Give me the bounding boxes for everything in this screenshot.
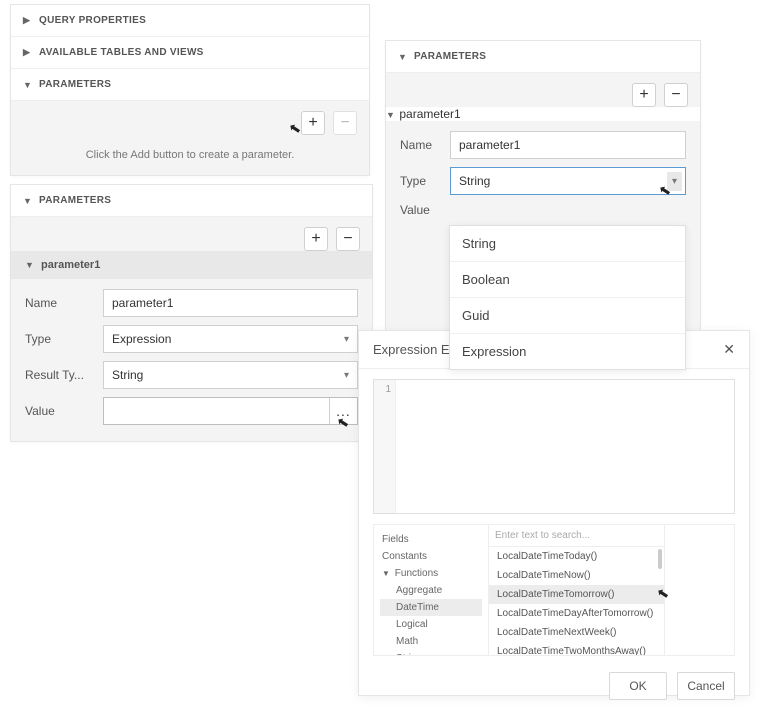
query-builder-panel: ▶ QUERY PROPERTIES ▶ AVAILABLE TABLES AN…: [10, 4, 370, 176]
function-item[interactable]: LocalDateTimeTwoMonthsAway(): [489, 642, 664, 655]
chevron-down-icon: ▼: [23, 196, 33, 206]
result-type-label: Result Ty...: [25, 368, 103, 382]
type-option-boolean[interactable]: Boolean: [450, 261, 685, 297]
name-label: Name: [400, 138, 450, 152]
chevron-down-icon: ▼: [382, 569, 392, 578]
parameters-label: PARAMETERS: [39, 79, 111, 90]
tree-aggregate[interactable]: Aggregate: [380, 582, 482, 599]
parameters-body-empty: + − Click the Add button to create a par…: [11, 101, 369, 175]
scrollbar-thumb[interactable]: [658, 549, 662, 569]
parameters-panel-type-open: ▼ PARAMETERS + − ▼ parameter1 Name Type …: [385, 40, 701, 376]
type-label: Type: [25, 332, 103, 346]
function-item[interactable]: LocalDateTimeNow(): [489, 566, 664, 585]
add-parameter-button[interactable]: +: [304, 227, 328, 251]
type-value: Expression: [112, 332, 171, 346]
parameter-title: parameter1: [399, 107, 460, 121]
expression-code-area[interactable]: 1: [373, 379, 735, 514]
query-properties-header[interactable]: ▶ QUERY PROPERTIES: [11, 5, 369, 37]
close-icon[interactable]: ✕: [723, 341, 735, 358]
function-item[interactable]: LocalDateTimeDayAfterTomorrow(): [489, 604, 664, 623]
type-label: Type: [400, 174, 450, 188]
available-tables-label: AVAILABLE TABLES AND VIEWS: [39, 47, 204, 58]
expression-editor-dialog: Expression Editor ✕ 1 Fields Constants ▼…: [358, 330, 750, 696]
query-properties-label: QUERY PROPERTIES: [39, 15, 146, 26]
function-item[interactable]: LocalDateTimeNextWeek(): [489, 623, 664, 642]
add-parameter-button[interactable]: +: [301, 111, 325, 135]
cancel-button[interactable]: Cancel: [677, 672, 735, 700]
function-description-pane: [664, 525, 734, 655]
tree-fields[interactable]: Fields: [380, 531, 482, 548]
function-search-input[interactable]: Enter text to search...: [489, 525, 664, 547]
tree-datetime[interactable]: DateTime: [380, 599, 482, 616]
name-label: Name: [25, 296, 103, 310]
parameters-header[interactable]: ▼ PARAMETERS: [11, 185, 372, 217]
tree-string[interactable]: String: [380, 650, 482, 655]
line-gutter: 1: [374, 380, 396, 513]
value-label: Value: [400, 203, 450, 217]
type-dropdown: String Boolean Guid Expression: [449, 225, 686, 370]
chevron-down-icon: ▼: [25, 260, 35, 270]
value-ellipsis-button[interactable]: ...: [329, 398, 357, 424]
function-item[interactable]: LocalDateTimeToday(): [489, 547, 664, 566]
type-option-expression[interactable]: Expression: [450, 333, 685, 369]
parameters-panel-expression: ▼ PARAMETERS + − ▼ parameter1 Name Type …: [10, 184, 373, 442]
ok-button[interactable]: OK: [609, 672, 667, 700]
tree-logical[interactable]: Logical: [380, 616, 482, 633]
result-type-select[interactable]: String ▾: [103, 361, 358, 389]
parameter-item-header[interactable]: ▼ parameter1: [11, 251, 372, 279]
type-select[interactable]: String ▾: [450, 167, 686, 195]
chevron-down-icon: ▼: [23, 80, 33, 90]
parameters-header[interactable]: ▼ PARAMETERS: [386, 41, 700, 73]
remove-parameter-button[interactable]: −: [664, 83, 688, 107]
tree-math[interactable]: Math: [380, 633, 482, 650]
result-type-value: String: [112, 368, 143, 382]
type-select[interactable]: Expression ▾: [103, 325, 358, 353]
type-option-string[interactable]: String: [450, 226, 685, 261]
value-label: Value: [25, 404, 103, 418]
value-input[interactable]: [104, 398, 329, 424]
code-editor[interactable]: [396, 380, 734, 513]
type-value: String: [459, 174, 490, 188]
name-input[interactable]: [103, 289, 358, 317]
chevron-right-icon: ▶: [23, 47, 33, 58]
chevron-right-icon: ▶: [23, 15, 33, 26]
remove-parameter-button: −: [333, 111, 357, 135]
function-list-pane: Enter text to search... LocalDateTimeTod…: [489, 525, 664, 655]
type-option-guid[interactable]: Guid: [450, 297, 685, 333]
parameter-title: parameter1: [41, 259, 100, 271]
chevron-down-icon: ▼: [398, 52, 408, 62]
category-tree: Fields Constants ▼ Functions Aggregate D…: [374, 525, 489, 655]
add-parameter-button[interactable]: +: [632, 83, 656, 107]
empty-parameters-hint: Click the Add button to create a paramet…: [23, 149, 357, 161]
function-item[interactable]: LocalDateTimeTomorrow(): [489, 585, 664, 604]
chevron-down-icon: ▾: [344, 370, 349, 381]
chevron-down-icon: ▾: [344, 334, 349, 345]
parameters-header[interactable]: ▼ PARAMETERS: [11, 69, 369, 101]
chevron-down-icon: ▾: [667, 172, 682, 191]
chevron-down-icon: ▼: [386, 110, 396, 120]
parameters-label: PARAMETERS: [414, 51, 486, 62]
tree-constants[interactable]: Constants: [380, 548, 482, 565]
tree-functions[interactable]: ▼ Functions: [380, 565, 482, 582]
parameters-label: PARAMETERS: [39, 195, 111, 206]
remove-parameter-button[interactable]: −: [336, 227, 360, 251]
available-tables-header[interactable]: ▶ AVAILABLE TABLES AND VIEWS: [11, 37, 369, 69]
name-input[interactable]: [450, 131, 686, 159]
parameter-item-header[interactable]: ▼ parameter1: [386, 107, 700, 121]
